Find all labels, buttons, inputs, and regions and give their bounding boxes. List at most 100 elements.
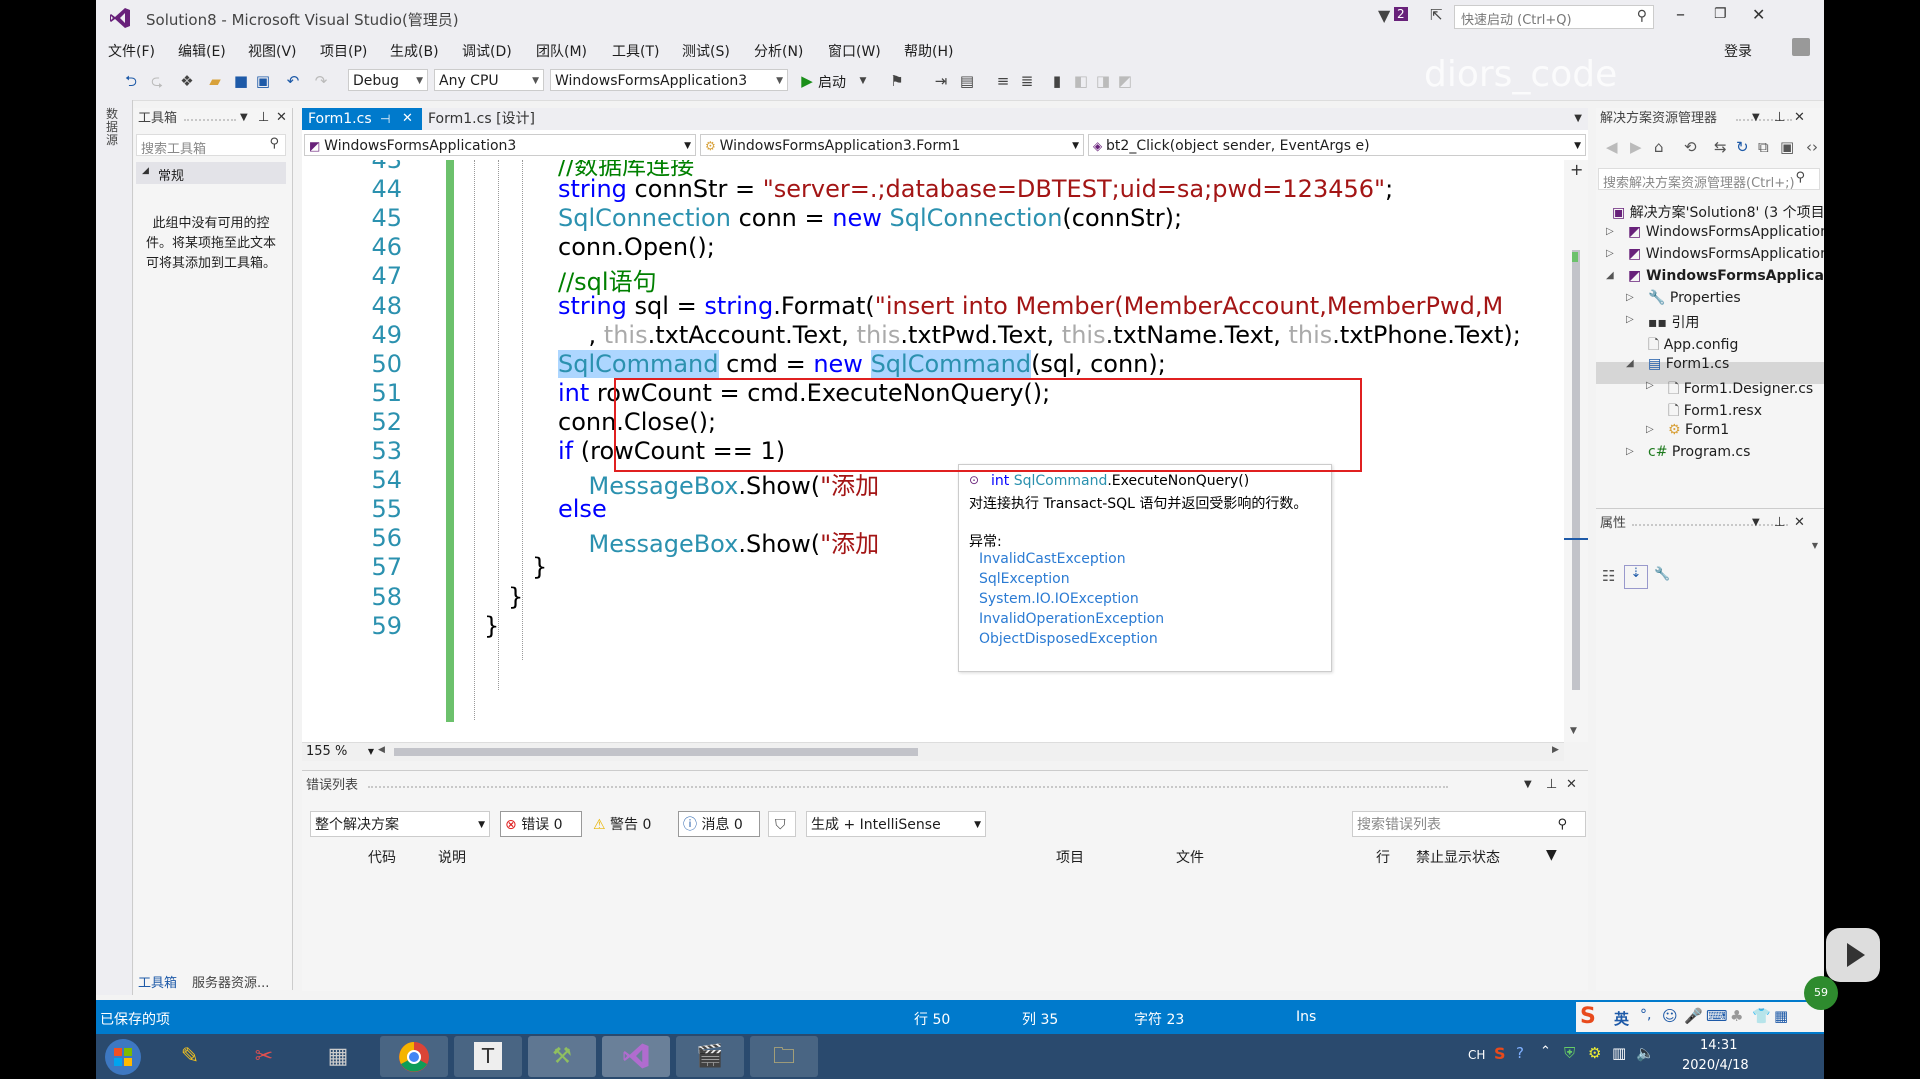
member-nav-select[interactable]: ◈ bt2_Click(object sender, EventArgs e) …: [1088, 134, 1586, 156]
exception-link[interactable]: SqlException: [979, 571, 1070, 587]
taskbar-date[interactable]: 2020/4/18: [1682, 1058, 1749, 1073]
menu-view[interactable]: 视图(V): [248, 41, 297, 61]
pin-icon[interactable]: ⊣: [380, 108, 390, 130]
column-suppression-state[interactable]: 禁止显示状态: [1416, 847, 1500, 867]
close-icon[interactable]: ✕: [276, 110, 287, 125]
expand-arrow-icon[interactable]: ▷: [1646, 424, 1654, 435]
text-editor-icon[interactable]: T: [454, 1036, 522, 1077]
data-sources-tab[interactable]: 数据源: [106, 108, 120, 147]
exception-link[interactable]: InvalidOperationException: [979, 611, 1164, 627]
ime-language[interactable]: 英: [1614, 1008, 1629, 1029]
zoom-select[interactable]: 155 % ▼: [302, 743, 376, 761]
error-scope-select[interactable]: 整个解决方案 ▼: [310, 811, 490, 837]
expand-arrow-icon[interactable]: ▷: [1646, 380, 1654, 391]
code-line[interactable]: }: [508, 583, 523, 611]
menu-test[interactable]: 测试(S): [682, 41, 730, 61]
menu-window[interactable]: 窗口(W): [828, 41, 881, 61]
start-icon[interactable]: ▶: [798, 72, 816, 90]
show-all-files-icon[interactable]: ▣: [1780, 138, 1794, 156]
code-line[interactable]: conn.Open();: [558, 233, 715, 261]
menu-edit[interactable]: 编辑(E): [178, 41, 226, 61]
clear-bookmark-icon[interactable]: ◩: [1116, 72, 1134, 90]
form1-designer-node[interactable]: 🗋 Form1.Designer.cs: [1668, 378, 1813, 402]
keyboard-icon[interactable]: ⌨: [1706, 1007, 1728, 1025]
login-link[interactable]: 登录: [1724, 41, 1752, 61]
emoji-icon[interactable]: ☺: [1662, 1007, 1678, 1025]
open-file-icon[interactable]: ▰: [206, 72, 224, 90]
panel-dropdown-icon[interactable]: ▼: [1752, 112, 1760, 123]
taskbar-language[interactable]: CH: [1468, 1048, 1485, 1062]
pin-icon[interactable]: ⊥: [258, 110, 269, 125]
solution-config-select[interactable]: Debug ▼: [348, 69, 428, 91]
expand-arrow-icon[interactable]: ▷: [1626, 314, 1634, 325]
scroll-right-icon[interactable]: ▶: [1552, 745, 1559, 755]
next-bookmark-icon[interactable]: ◨: [1094, 72, 1112, 90]
restore-button[interactable]: ❐: [1714, 6, 1727, 22]
step-icon[interactable]: ⇥: [932, 72, 950, 90]
close-icon[interactable]: ✕: [1794, 515, 1805, 530]
snipping-tool-icon[interactable]: ✂: [230, 1036, 298, 1077]
menu-debug[interactable]: 调试(D): [462, 41, 512, 61]
redo-icon[interactable]: ↷: [312, 72, 330, 90]
split-icon[interactable]: +: [1570, 160, 1583, 179]
media-app-icon[interactable]: 🎬: [676, 1036, 744, 1077]
forward-icon[interactable]: ▶: [1630, 138, 1642, 156]
horizontal-scrollbar[interactable]: 155 % ▼ ◀ ▶: [302, 742, 1564, 761]
save-all-icon[interactable]: ▣: [254, 72, 272, 90]
toolbox-bottom-tab[interactable]: 工具箱: [138, 972, 177, 991]
play-button-icon[interactable]: [1826, 928, 1880, 982]
toggle-bookmark-icon[interactable]: ▮: [1048, 72, 1066, 90]
notification-flag-icon[interactable]: ▼: [1378, 6, 1390, 25]
column-description[interactable]: 说明: [438, 847, 466, 867]
feedback-icon[interactable]: ⇱: [1430, 6, 1443, 24]
messages-filter-button[interactable]: ⓘ 消息 0: [678, 811, 760, 837]
tab-form1-designer[interactable]: Form1.cs [设计]: [428, 108, 535, 130]
tray-expand-icon[interactable]: ⌃: [1540, 1044, 1551, 1059]
h-scroll-thumb[interactable]: [394, 748, 918, 756]
startup-project-select[interactable]: WindowsFormsApplication3 ▼: [550, 69, 788, 91]
references-node[interactable]: ▪▪ 引用: [1648, 312, 1699, 332]
tray-help-icon[interactable]: ?: [1516, 1044, 1524, 1062]
mic-icon[interactable]: 🎤: [1684, 1007, 1703, 1025]
minimize-button[interactable]: –: [1676, 4, 1685, 25]
menu-file[interactable]: 文件(F): [108, 41, 155, 61]
project-node-2[interactable]: ◩ WindowsFormsApplication2: [1628, 246, 1824, 262]
forward-icon[interactable]: ⮎: [148, 72, 166, 90]
close-icon[interactable]: ✕: [1566, 777, 1577, 792]
pin-icon[interactable]: ⊥: [1774, 515, 1785, 530]
vertical-scrollbar[interactable]: + ▼: [1564, 160, 1588, 742]
tray-network-icon[interactable]: ▥: [1612, 1044, 1626, 1062]
skin-icon[interactable]: ♣: [1730, 1007, 1743, 1025]
column-file[interactable]: 文件: [1176, 847, 1204, 867]
pin-icon[interactable]: ⊥: [1774, 110, 1785, 125]
toolbox-search-input[interactable]: 搜索工具箱 ⚲: [136, 134, 286, 157]
solution-search-input[interactable]: 搜索解决方案资源管理器(Ctrl+;) ⚲: [1598, 168, 1820, 191]
collapse-arrow-icon[interactable]: ◢: [1606, 270, 1614, 281]
filter-toggle-button[interactable]: ⛉: [768, 811, 796, 837]
scroll-thumb[interactable]: [1572, 250, 1580, 690]
code-line[interactable]: , this.txtAccount.Text, this.txtPwd.Text…: [558, 321, 1521, 349]
close-icon[interactable]: ✕: [402, 108, 413, 130]
expand-arrow-icon[interactable]: ▷: [1626, 446, 1634, 457]
exception-link[interactable]: ObjectDisposedException: [979, 631, 1158, 647]
solution-node[interactable]: ▣ 解决方案'Solution8' (3 个项目): [1612, 202, 1824, 222]
quick-launch-input[interactable]: 快速启动 (Ctrl+Q) ⚲: [1454, 5, 1654, 29]
taskbar-time[interactable]: 14:31: [1700, 1038, 1737, 1053]
pin-icon[interactable]: ⊥: [1546, 777, 1557, 792]
server-explorer-bottom-tab[interactable]: 服务器资源...: [192, 972, 269, 991]
undo-icon[interactable]: ↶: [284, 72, 302, 90]
panel-dropdown-icon[interactable]: ▼: [1524, 779, 1532, 790]
alphabetical-icon[interactable]: ⇣: [1624, 565, 1648, 589]
code-view-icon[interactable]: ‹›: [1806, 138, 1818, 156]
punctuation-icon[interactable]: °,: [1640, 1007, 1651, 1023]
property-pages-icon[interactable]: 🔧: [1654, 567, 1670, 582]
project-nav-select[interactable]: ◩ WindowsFormsApplication3 ▼: [304, 134, 696, 156]
tray-app-icon[interactable]: ⚙: [1588, 1044, 1601, 1062]
expand-arrow-icon[interactable]: ▷: [1626, 292, 1634, 303]
toolbox-icon[interactable]: ▦: [1774, 1007, 1788, 1025]
exception-link[interactable]: System.IO.IOException: [979, 591, 1139, 607]
properties-node[interactable]: 🔧 Properties: [1648, 290, 1741, 306]
tray-sogou-icon[interactable]: S: [1494, 1044, 1506, 1063]
menu-project[interactable]: 项目(P): [320, 41, 367, 61]
sync-icon[interactable]: ⟲: [1684, 138, 1697, 156]
